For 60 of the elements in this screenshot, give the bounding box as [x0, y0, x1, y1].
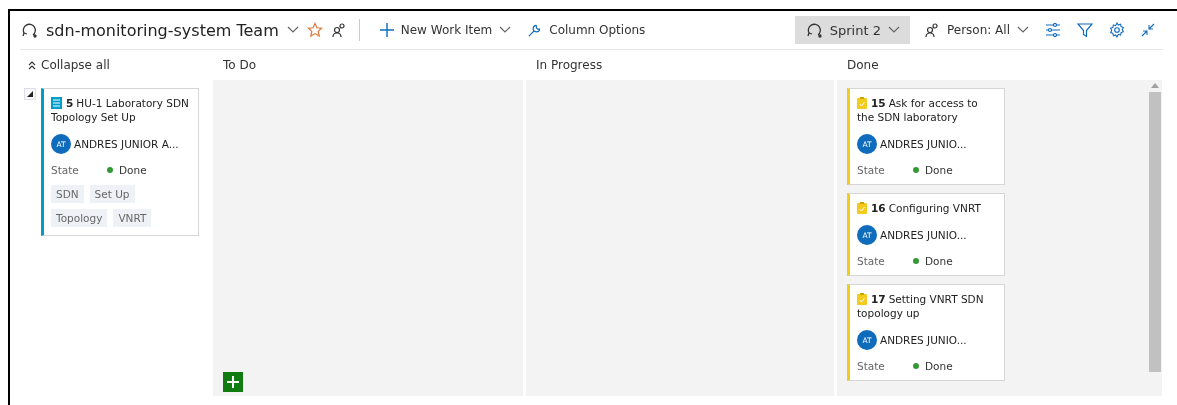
column-header: Done: [847, 58, 879, 72]
add-card-button[interactable]: [223, 372, 243, 392]
chevron-down-icon: [499, 26, 512, 34]
assignee-name: ANDRES JUNIO...: [880, 229, 967, 241]
field-label: State: [51, 164, 80, 176]
expand-toggle-button[interactable]: [24, 88, 36, 100]
team-dropdown-button[interactable]: [286, 26, 299, 34]
card-title: 17 Setting VNRT SDN topology up: [857, 292, 985, 320]
state-value: Done: [925, 255, 953, 267]
plus-icon: [379, 23, 394, 37]
document-icon: [51, 97, 62, 109]
iteration-icon: [20, 21, 38, 39]
assignee-name: ANDRES JUNIOR A...: [74, 138, 179, 150]
double-chevron-up-icon: [28, 60, 36, 70]
iteration-icon: [804, 21, 823, 39]
scroll-up-icon[interactable]: [1151, 83, 1159, 88]
tag: SDN: [51, 185, 84, 203]
new-work-item-button[interactable]: New Work Item: [371, 15, 520, 45]
field-label: State: [857, 360, 886, 372]
state-value: Done: [925, 360, 953, 372]
collapse-arrows-icon: [1141, 23, 1155, 37]
settings-icon: [1109, 22, 1125, 38]
clipboard-icon: [857, 97, 867, 109]
assignee-name: ANDRES JUNIO...: [880, 334, 967, 346]
tag: Topology: [51, 209, 108, 227]
wrench-icon: [527, 22, 543, 38]
state-value: Done: [925, 164, 953, 176]
card-title: 16 Configuring VNRT: [857, 201, 998, 215]
column-header: To Do: [223, 58, 257, 72]
people-icon: [923, 22, 940, 38]
field-label: State: [857, 255, 886, 267]
clipboard-icon: [857, 202, 867, 214]
people-icon[interactable]: [330, 22, 347, 38]
state-value: Done: [119, 164, 147, 176]
state-dot: [913, 167, 919, 173]
state-dot: [107, 167, 113, 173]
column-header: In Progress: [536, 58, 603, 72]
triangle-icon: [27, 91, 33, 97]
assignee-name: ANDRES JUNIO...: [880, 138, 967, 150]
person-filter[interactable]: Person: All: [915, 15, 1037, 45]
tag: VNRT: [113, 209, 152, 227]
card-title: 5 HU-1 Laboratory SDN Topology Set Up: [51, 96, 190, 124]
favorite-button[interactable]: [306, 22, 323, 38]
sliders-icon: [1045, 23, 1061, 37]
chevron-down-icon: [1017, 26, 1029, 34]
sprint-picker[interactable]: Sprint 2: [794, 16, 910, 44]
filter-icon: [1077, 22, 1093, 38]
chevron-down-icon: [286, 26, 299, 34]
team-name: sdn-monitoring-system Team: [46, 20, 279, 40]
plus-icon: [227, 376, 239, 388]
chevron-down-icon: [887, 26, 900, 34]
field-label: State: [857, 164, 886, 176]
star-icon: [306, 22, 323, 38]
card-title: 15 Ask for access to the SDN laboratory: [857, 96, 979, 124]
column-options-button[interactable]: Column Options: [519, 15, 654, 45]
tag: Set Up: [89, 185, 135, 203]
collapse-all-button[interactable]: Collapse all: [28, 58, 110, 72]
clipboard-icon: [857, 293, 867, 305]
state-dot: [913, 363, 919, 369]
state-dot: [913, 258, 919, 264]
